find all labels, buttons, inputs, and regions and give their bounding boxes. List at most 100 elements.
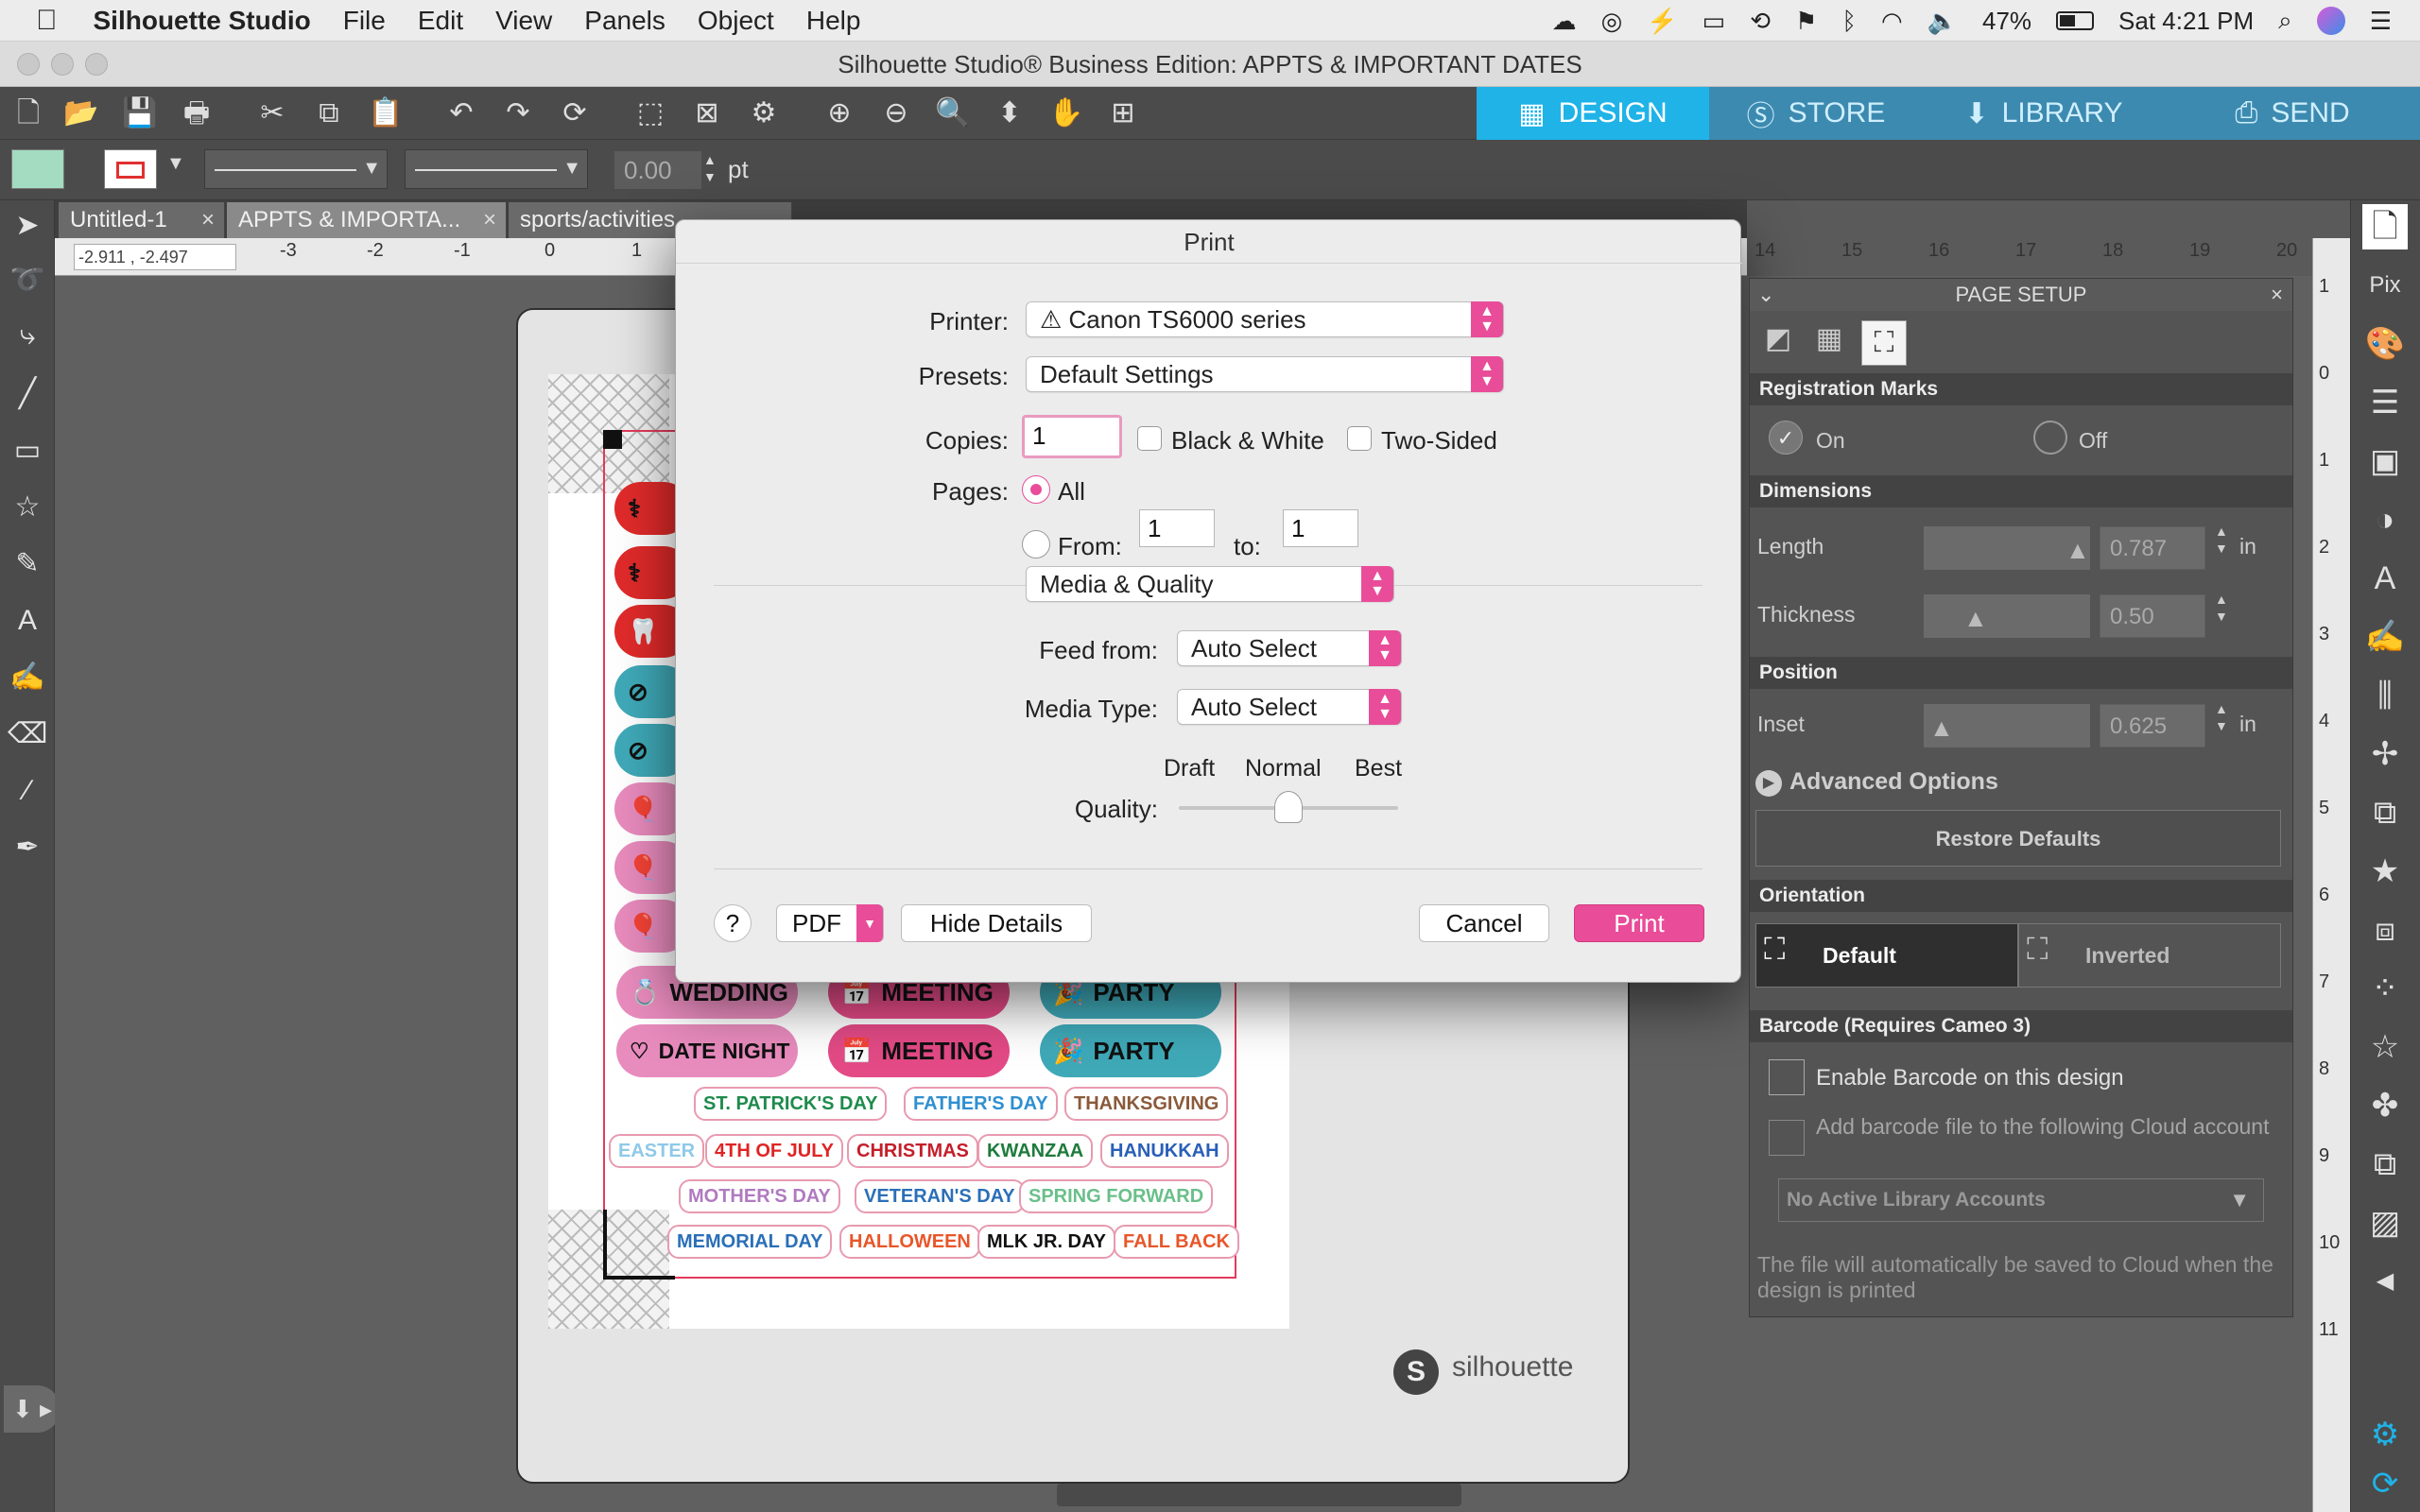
- copies-field[interactable]: 1: [1022, 415, 1122, 458]
- eraser-icon[interactable]: ⌫: [8, 714, 47, 754]
- airplay-icon[interactable]: ▭: [1703, 7, 1726, 36]
- enable-barcode-checkbox[interactable]: [1769, 1059, 1805, 1095]
- sketch-icon[interactable]: ✍: [8, 658, 47, 697]
- advanced-options-label[interactable]: Advanced Options: [1789, 768, 1998, 796]
- tag-christmas[interactable]: CHRISTMAS: [847, 1134, 978, 1168]
- length-slider[interactable]: ▲: [1924, 526, 2090, 570]
- line-width-stepper[interactable]: ▲ ▼: [703, 151, 717, 185]
- close-tab-icon[interactable]: ×: [201, 202, 215, 238]
- two-sided-checkbox[interactable]: [1347, 426, 1372, 451]
- menu-help[interactable]: Help: [806, 6, 861, 36]
- inset-slider[interactable]: ▲: [1924, 704, 2090, 747]
- tag-easter[interactable]: EASTER: [609, 1134, 705, 1168]
- hide-details-button[interactable]: Hide Details: [901, 904, 1092, 942]
- length-stepper[interactable]: ▲ ▼: [2215, 523, 2228, 557]
- sketch-pen-icon[interactable]: ✍: [2362, 614, 2408, 660]
- eyedropper-icon[interactable]: ✒: [8, 828, 47, 868]
- bolt-icon[interactable]: ⚡: [1647, 7, 1677, 36]
- transparency-icon[interactable]: ◑: [2362, 497, 2408, 542]
- printer-select[interactable]: ⚠ Canon TS6000 series ▲ ▼: [1026, 301, 1504, 337]
- collapse-chevron-icon[interactable]: ⌄: [1757, 279, 1774, 311]
- two-sided-label[interactable]: Two-Sided: [1381, 426, 1497, 455]
- app-menu[interactable]: Silhouette Studio: [94, 6, 311, 36]
- tag-kwanzaa[interactable]: KWANZAA: [977, 1134, 1094, 1168]
- close-tab-icon[interactable]: ×: [483, 202, 496, 238]
- modify-star-icon[interactable]: ★: [2362, 849, 2408, 894]
- open-folder-icon[interactable]: 📂: [62, 94, 100, 132]
- pixscan-icon[interactable]: Pix: [2362, 263, 2408, 308]
- add-barcode-checkbox[interactable]: [1769, 1120, 1805, 1156]
- help-button[interactable]: ?: [714, 904, 752, 942]
- fit-to-page-icon[interactable]: ⬍: [991, 94, 1028, 132]
- knife-icon[interactable]: ∕: [8, 771, 47, 811]
- inset-stepper[interactable]: ▲ ▼: [2215, 700, 2228, 734]
- reg-on-radio[interactable]: ✓: [1769, 421, 1803, 455]
- close-panel-icon[interactable]: ×: [2271, 279, 2283, 311]
- clock[interactable]: Sat 4:21 PM: [2118, 7, 2254, 36]
- pages-all-label[interactable]: All: [1058, 477, 1085, 507]
- align-icon[interactable]: ⫼: [2362, 673, 2408, 718]
- tag-mlk-jr-day[interactable]: MLK JR. DAY: [977, 1225, 1115, 1259]
- nesting-icon[interactable]: ⧉: [2362, 1142, 2408, 1187]
- grid-tab-icon[interactable]: ▦: [1808, 322, 1850, 364]
- tag-memorial-day[interactable]: MEMORIAL DAY: [667, 1225, 833, 1259]
- polygon-star-icon[interactable]: ☆: [8, 488, 47, 527]
- tag-st-patricks-day[interactable]: ST. PATRICK'S DAY: [694, 1087, 888, 1121]
- deselect-icon[interactable]: ⊠: [688, 94, 726, 132]
- text-tool-icon[interactable]: A: [8, 601, 47, 641]
- tab-send[interactable]: ⎙ SEND: [2165, 87, 2420, 140]
- tag-halloween[interactable]: HALLOWEEN: [839, 1225, 980, 1259]
- black-white-checkbox[interactable]: [1137, 426, 1162, 451]
- redo-icon[interactable]: ↷: [499, 94, 537, 132]
- line-style-select[interactable]: ▼: [204, 149, 388, 189]
- reg-off-radio[interactable]: [2033, 421, 2067, 455]
- zoom-in-icon[interactable]: ⊕: [821, 94, 858, 132]
- puzzle-icon[interactable]: ✤: [2362, 1083, 2408, 1128]
- time-machine-icon[interactable]: ⟲: [1750, 7, 1771, 36]
- select-all-icon[interactable]: ⬚: [631, 94, 669, 132]
- cancel-button[interactable]: Cancel: [1419, 904, 1549, 942]
- page-tab-icon[interactable]: ◩: [1757, 322, 1799, 364]
- copy-icon[interactable]: ⧉: [310, 94, 348, 132]
- thickness-field[interactable]: 0.50: [2100, 594, 2205, 638]
- tag-mothers-day[interactable]: MOTHER'S DAY: [679, 1179, 840, 1213]
- new-file-icon[interactable]: 🗋: [9, 94, 47, 132]
- enable-barcode-label[interactable]: Enable Barcode on this design: [1816, 1065, 2124, 1091]
- settings-gear-icon[interactable]: ⚙: [2362, 1412, 2408, 1457]
- pages-from-field[interactable]: 1: [1139, 509, 1215, 547]
- menu-object[interactable]: Object: [698, 6, 774, 36]
- fill-pattern-icon[interactable]: ▣: [2362, 438, 2408, 484]
- feed-from-select[interactable]: Auto Select ▲ ▼: [1177, 630, 1402, 666]
- save-icon[interactable]: 💾: [121, 94, 159, 132]
- pages-range-radio[interactable]: [1022, 530, 1050, 558]
- close-window-button[interactable]: [17, 53, 40, 76]
- tag-hanukkah[interactable]: HANUKKAH: [1100, 1134, 1229, 1168]
- tag-fall-back[interactable]: FALL BACK: [1114, 1225, 1239, 1259]
- zoom-out-icon[interactable]: ⊖: [877, 94, 915, 132]
- minimize-window-button[interactable]: [51, 53, 74, 76]
- pages-to-field[interactable]: 1: [1283, 509, 1358, 547]
- bluetooth-icon[interactable]: ᛒ: [1841, 7, 1857, 36]
- apple-icon[interactable]: : [36, 5, 58, 37]
- line-width-field[interactable]: 0.00: [614, 151, 701, 189]
- add-page-icon[interactable]: ⊞: [1104, 94, 1142, 132]
- length-field[interactable]: 0.787: [2100, 526, 2205, 570]
- battery-icon[interactable]: [2056, 11, 2095, 30]
- tag-veterans-day[interactable]: VETERAN'S DAY: [855, 1179, 1025, 1213]
- orientation-inverted-button[interactable]: ⛶ Inverted: [2018, 923, 2281, 988]
- creative-cloud-icon[interactable]: ◎: [1601, 7, 1623, 36]
- offset-icon[interactable]: ⧈: [2362, 907, 2408, 953]
- collapse-left-icon[interactable]: ◀: [2362, 1259, 2408, 1304]
- select-arrow-icon[interactable]: ➤: [8, 206, 47, 246]
- tag-4th-of-july[interactable]: 4TH OF JULY: [705, 1134, 843, 1168]
- registration-tab-icon[interactable]: ⛶: [1861, 320, 1907, 366]
- presets-select[interactable]: Default Settings ▲ ▼: [1026, 356, 1504, 392]
- line-end-select[interactable]: ▼: [405, 149, 588, 189]
- lasso-icon[interactable]: ➰: [8, 261, 47, 301]
- pages-all-radio[interactable]: [1022, 475, 1050, 504]
- trace-dots-icon[interactable]: ⁘: [2362, 966, 2408, 1011]
- flag-icon[interactable]: ⚑: [1795, 7, 1817, 36]
- black-white-label[interactable]: Black & White: [1171, 426, 1324, 455]
- line-tool-icon[interactable]: ╱: [8, 374, 47, 414]
- sticker-date-night[interactable]: ♡ DATE NIGHT: [616, 1024, 798, 1077]
